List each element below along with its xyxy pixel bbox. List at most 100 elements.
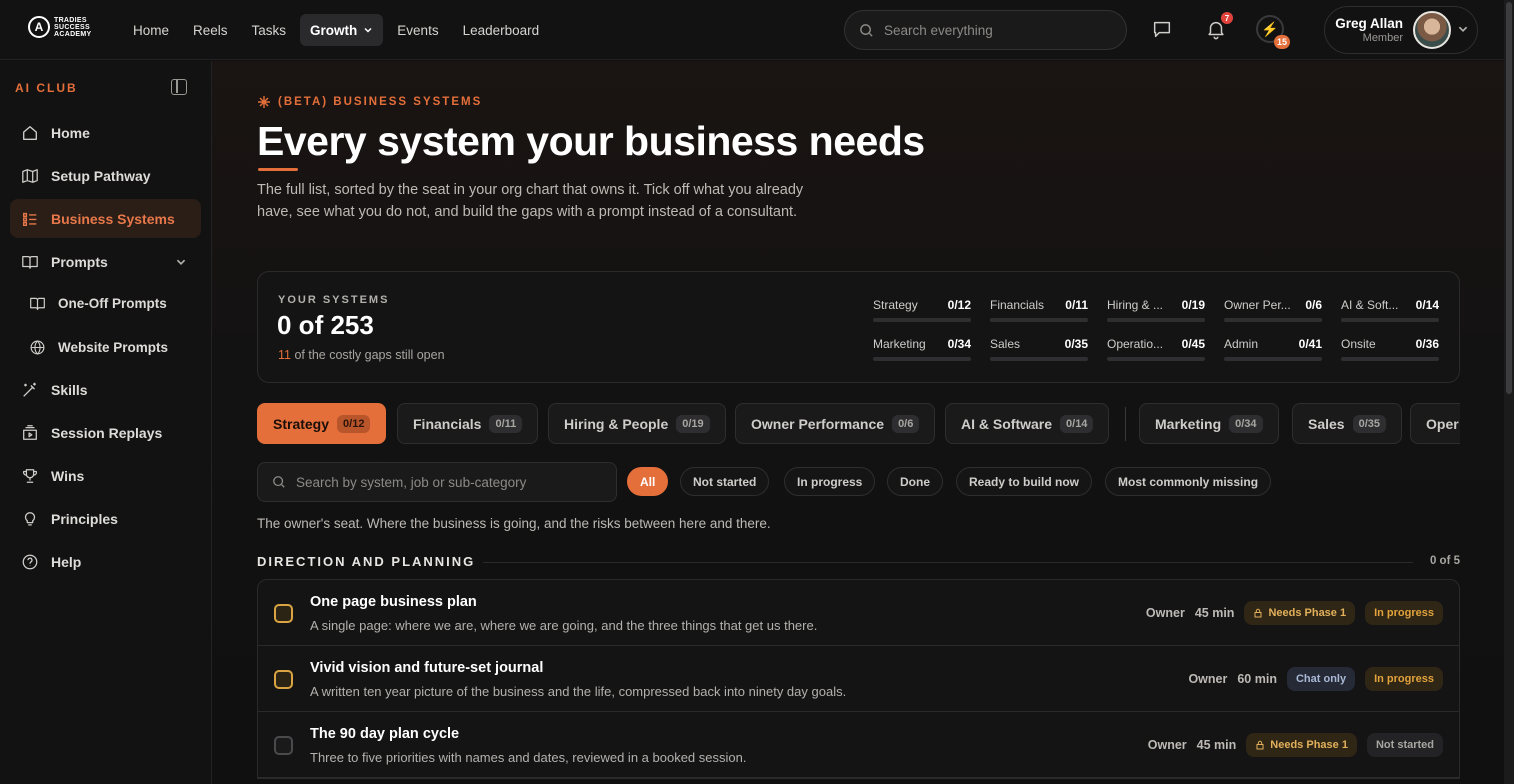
sidebar-item-skills[interactable]: Skills: [10, 370, 201, 409]
sidebar-item-website-prompts[interactable]: Website Prompts: [10, 328, 201, 367]
filter-done[interactable]: Done: [887, 467, 943, 496]
filter-not-started[interactable]: Not started: [680, 467, 770, 496]
tab-sales[interactable]: Sales 0/35: [1292, 403, 1403, 444]
systems-summary-card: YOUR SYSTEMS 0 of 253 11 of the costly g…: [257, 271, 1460, 383]
sidebar-item-label: Principles: [51, 510, 118, 527]
nav-reels[interactable]: Reels: [183, 14, 238, 46]
chevron-down-icon: [364, 27, 372, 33]
system-title: One page business plan: [310, 594, 477, 610]
tab-divider: [1125, 407, 1126, 441]
tab-strategy[interactable]: Strategy 0/12: [257, 403, 387, 444]
system-row[interactable]: The 90 day plan cycle Three to five prio…: [258, 712, 1459, 778]
sidebar-item-prompts[interactable]: Prompts: [10, 242, 201, 281]
system-checkbox[interactable]: [274, 604, 293, 623]
nav-tasks[interactable]: Tasks: [242, 14, 297, 46]
requirement-label: Needs Phase 1: [1270, 739, 1348, 751]
trophy-icon: [21, 467, 39, 485]
sidebar-item-label: Wins: [51, 467, 85, 484]
lightbulb-icon: [21, 510, 39, 528]
progress-bar: [1341, 357, 1439, 361]
status-badge: In progress: [1365, 667, 1443, 691]
category-progress[interactable]: Admin 0/41: [1224, 337, 1322, 367]
profile-menu[interactable]: Greg Allan Member: [1324, 6, 1478, 54]
system-duration: 60 min: [1237, 672, 1277, 686]
notifications-button[interactable]: 7: [1205, 12, 1233, 42]
sidebar-item-setup-pathway[interactable]: Setup Pathway: [10, 156, 201, 195]
tab-hiring-people[interactable]: Hiring & People 0/19: [548, 403, 726, 444]
category-progress[interactable]: Owner Per... 0/6: [1224, 298, 1322, 328]
tab-count: 0/6: [892, 414, 920, 433]
tab-ai-software[interactable]: AI & Software 0/14: [945, 403, 1110, 444]
logo-mark: A: [28, 16, 50, 38]
sidebar-item-label: Skills: [51, 381, 88, 398]
tab-count: 0/19: [676, 414, 710, 433]
page-scrollbar[interactable]: [1504, 0, 1514, 784]
category-count: 0/12: [947, 298, 971, 312]
tab-marketing[interactable]: Marketing 0/34: [1139, 403, 1279, 444]
chevron-down-icon: [1458, 26, 1468, 32]
home-icon: [21, 124, 39, 142]
sidebar-title: AI CLUB: [15, 81, 78, 95]
title-underline: [258, 168, 298, 171]
sidebar-item-business-systems[interactable]: Business Systems: [10, 199, 201, 238]
category-progress[interactable]: Financials 0/11: [990, 298, 1088, 328]
messages-button[interactable]: [1151, 18, 1175, 42]
systems-list: One page business plan A single page: wh…: [257, 579, 1460, 779]
filter-all[interactable]: All: [627, 467, 669, 496]
category-progress[interactable]: Onsite 0/36: [1341, 337, 1439, 367]
category-progress[interactable]: AI & Soft... 0/14: [1341, 298, 1439, 328]
nav-events[interactable]: Events: [387, 14, 448, 46]
nav-home[interactable]: Home: [123, 14, 179, 46]
global-search-placeholder: Search everything: [884, 22, 993, 38]
sidebar-item-help[interactable]: Help: [10, 542, 201, 581]
sidebar-item-one-off-prompts[interactable]: One-Off Prompts: [10, 284, 201, 323]
tab-financials[interactable]: Financials 0/11: [397, 403, 539, 444]
system-row[interactable]: One page business plan A single page: wh…: [258, 580, 1459, 646]
logo-text: TRADIES SUCCESS ACADEMY: [54, 17, 92, 38]
collapse-sidebar-icon[interactable]: [171, 79, 187, 95]
sidebar-item-wins[interactable]: Wins: [10, 456, 201, 495]
system-checkbox[interactable]: [274, 736, 293, 755]
main-content: (BETA) BUSINESS SYSTEMS Every system you…: [212, 61, 1504, 784]
streak-button[interactable]: ⚡ 15: [1256, 15, 1290, 49]
sidebar-item-principles[interactable]: Principles: [10, 499, 201, 538]
logo[interactable]: A TRADIES SUCCESS ACADEMY: [28, 16, 92, 38]
progress-bar: [1224, 357, 1322, 361]
category-progress[interactable]: Sales 0/35: [990, 337, 1088, 367]
category-progress[interactable]: Hiring & ... 0/19: [1107, 298, 1205, 328]
sidebar-item-home[interactable]: Home: [10, 113, 201, 152]
tab-owner-performance[interactable]: Owner Performance 0/6: [735, 403, 936, 444]
scrollbar-thumb[interactable]: [1506, 2, 1512, 394]
filter-ready-to-build[interactable]: Ready to build now: [956, 467, 1092, 496]
page-kicker-text: (BETA) BUSINESS SYSTEMS: [278, 96, 483, 108]
nav-growth[interactable]: Growth: [300, 14, 384, 46]
tab-label: Financials: [413, 415, 482, 432]
nav-growth-label: Growth: [310, 22, 358, 38]
category-progress[interactable]: Marketing 0/34: [873, 337, 971, 367]
systems-search-input[interactable]: Search by system, job or sub-category: [257, 462, 617, 502]
nav-leaderboard[interactable]: Leaderboard: [453, 14, 550, 46]
category-count: 0/11: [1065, 298, 1088, 312]
filter-most-commonly-missing[interactable]: Most commonly missing: [1105, 467, 1272, 496]
filter-in-progress[interactable]: In progress: [784, 467, 876, 496]
tab-count: 0/34: [1229, 414, 1263, 433]
category-progress[interactable]: Strategy 0/12: [873, 298, 971, 328]
sidebar-item-label: Prompts: [51, 253, 108, 270]
section-divider: [483, 562, 1413, 563]
summary-total: 0 of 253: [277, 310, 374, 340]
system-checkbox[interactable]: [274, 670, 293, 689]
category-progress[interactable]: Operatio... 0/45: [1107, 337, 1205, 367]
system-owner: Owner: [1145, 606, 1185, 620]
category-name: Admin: [1224, 337, 1259, 351]
system-description: A single page: where we are, where we ar…: [310, 618, 818, 633]
gaps-count: 11: [278, 348, 291, 362]
progress-bar: [1107, 357, 1205, 361]
category-name: Owner Per...: [1224, 298, 1291, 312]
category-count: 0/36: [1415, 337, 1439, 351]
progress-bar: [873, 318, 971, 322]
tab-operations[interactable]: Oper: [1410, 403, 1460, 444]
global-search-input[interactable]: Search everything: [844, 10, 1127, 50]
system-meta: Owner 60 min Chat only In progress: [1188, 667, 1443, 691]
system-row[interactable]: Vivid vision and future-set journal A wr…: [258, 646, 1459, 712]
sidebar-item-session-replays[interactable]: Session Replays: [10, 413, 201, 452]
